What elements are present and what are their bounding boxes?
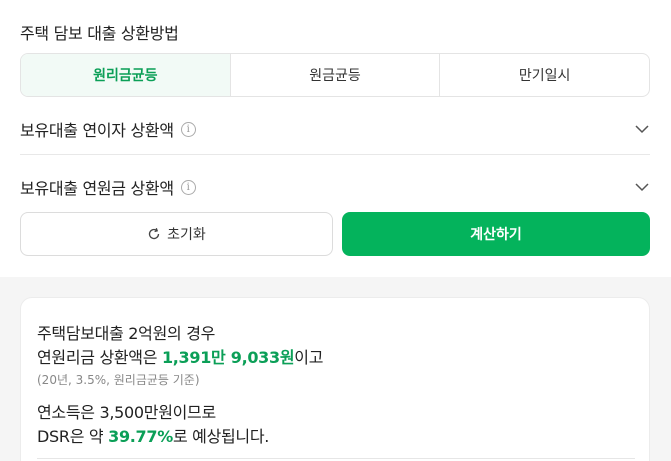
refresh-icon [147,227,161,241]
info-icon[interactable]: i [180,179,196,195]
result-line-income: 연소득은 3,500만원이므로 [37,403,216,422]
result-line-dsr: DSR은 약 39.77%로 예상됩니다. [37,427,270,446]
divider [20,154,650,155]
calculator-panel: 주택 담보 대출 상환방법 원리금균등 원금균등 만기일시 보유대출 연이자 상… [0,0,671,277]
tab-bullet[interactable]: 만기일시 [439,54,649,96]
interest-repayment-row[interactable]: 보유대출 연이자 상환액 i [20,115,650,143]
info-icon[interactable]: i [180,121,196,137]
chevron-down-icon[interactable] [634,121,650,137]
section-title: 주택 담보 대출 상환방법 [20,24,179,43]
annual-repayment-value: 1,391만 9,033원 [161,348,295,367]
chevron-down-icon[interactable] [634,179,650,195]
card-divider [37,458,635,459]
interest-repayment-label: 보유대출 연이자 상환액 [20,121,174,140]
tab-equal-principal[interactable]: 원금균등 [229,54,440,96]
principal-repayment-label: 보유대출 연원금 상환액 [20,179,174,198]
dsr-value: 39.77% [108,427,173,446]
reset-button[interactable]: 초기화 [20,212,333,256]
principal-repayment-row[interactable]: 보유대출 연원금 상환액 i [20,173,650,201]
result-line-loan: 주택담보대출 2억원의 경우 [37,324,216,343]
result-basis-note: (20년, 3.5%, 원리금균등 기준) [37,373,200,387]
reset-label: 초기화 [167,227,206,243]
result-line-repayment: 연원리금 상환액은 1,391만 9,033원이고 [37,348,324,367]
result-card: 주택담보대출 2억원의 경우 연원리금 상환액은 1,391만 9,033원이고… [20,297,650,461]
tab-equal-payment[interactable]: 원리금균등 [21,54,230,96]
repayment-method-tabs: 원리금균등 원금균등 만기일시 [20,53,650,97]
calculate-button[interactable]: 계산하기 [342,212,650,256]
